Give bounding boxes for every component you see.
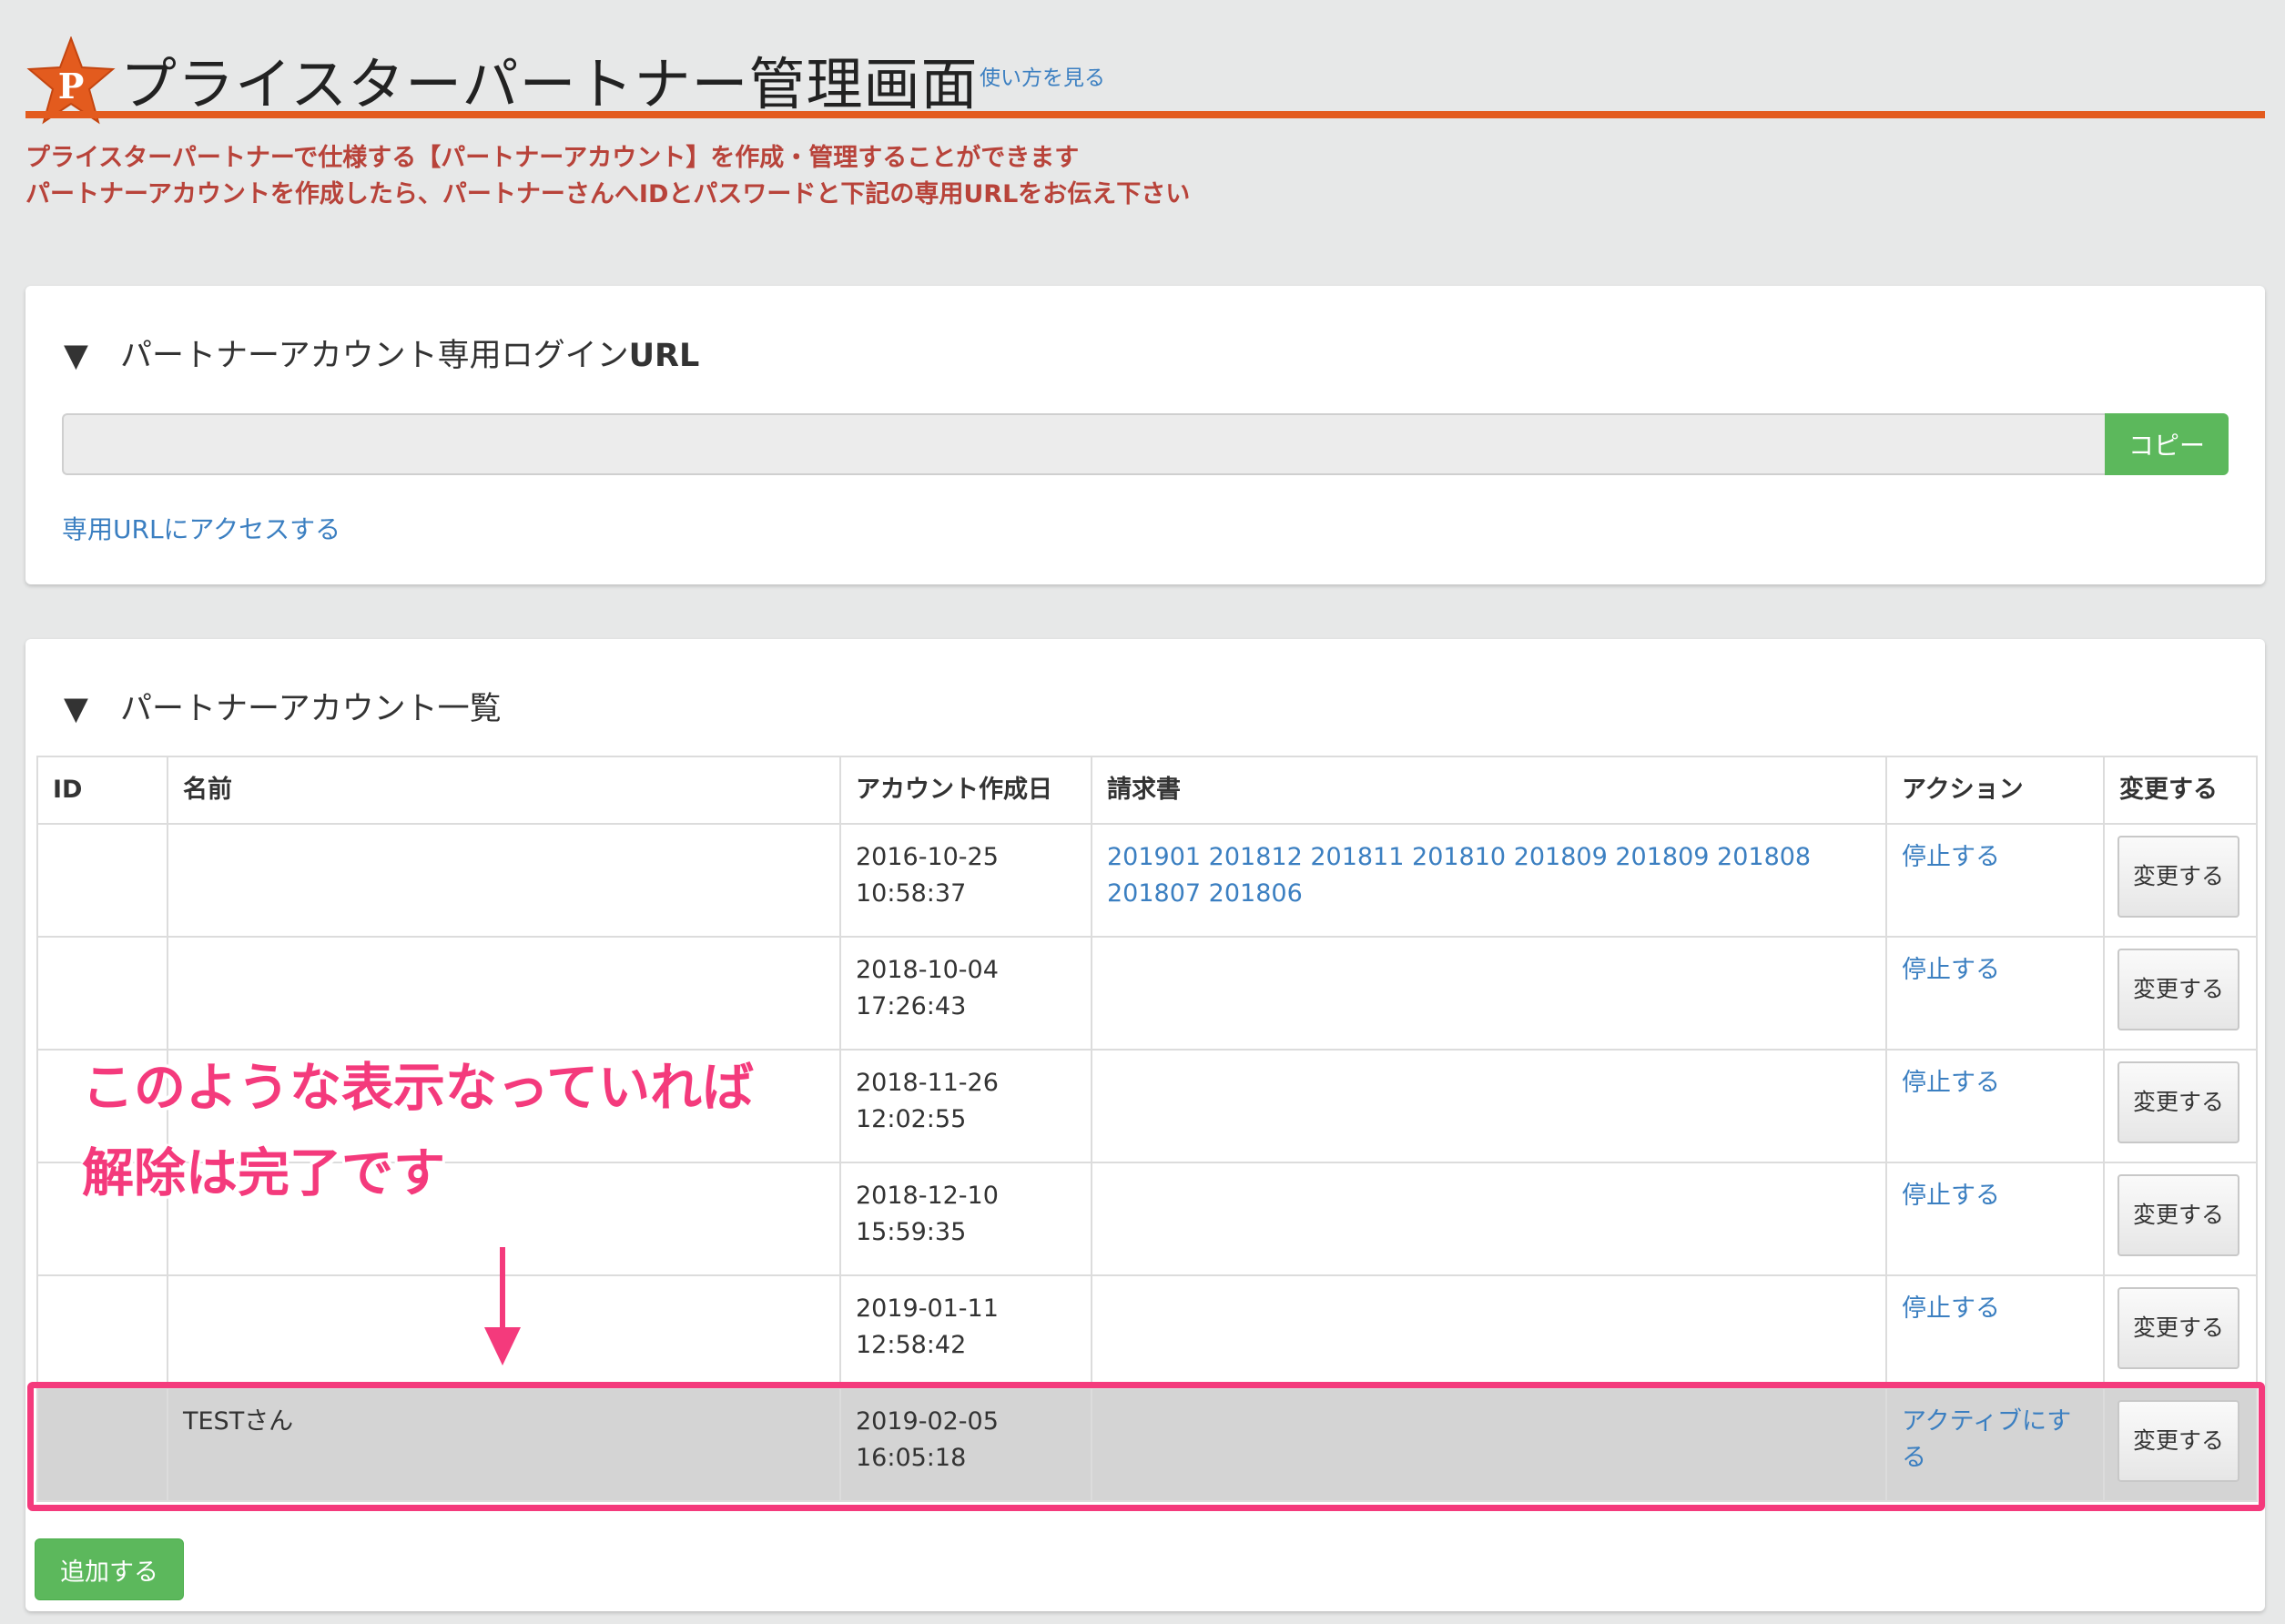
table-row: 2016-10-25 10:58:37 201901 201812 201811 2… (36, 823, 2258, 938)
created-date: 2018-12-10 (856, 1182, 999, 1210)
created-date: 2018-10-04 (856, 956, 999, 984)
created-time: 10:58:37 (856, 879, 967, 908)
cell-action: 停止する (1885, 936, 2105, 1051)
account-list-heading: ▼ パートナーアカウント一覧 (64, 683, 502, 729)
suspend-link[interactable]: 停止する (1902, 956, 2000, 984)
cell-id (36, 936, 168, 1051)
created-date: 2019-01-11 (856, 1294, 999, 1323)
cell-id (36, 1387, 168, 1502)
cell-change: 変更する (2103, 1274, 2258, 1389)
change-button[interactable]: 変更する (2117, 1287, 2239, 1369)
invoice-link[interactable]: 201807 (1107, 879, 1201, 908)
created-date: 2019-02-05 (856, 1407, 999, 1436)
intro-text: プライスターパートナーで仕様する【パートナーアカウント】を作成・管理することがで… (25, 140, 1190, 213)
cell-invoices (1091, 1274, 1887, 1389)
created-time: 15:59:35 (856, 1218, 967, 1246)
column-header-id[interactable]: ID (36, 756, 168, 825)
cell-change: 変更する (2103, 1049, 2258, 1163)
created-time: 16:05:18 (856, 1444, 967, 1472)
cell-name: TESTさん (167, 1387, 841, 1502)
column-header-invoice[interactable]: 請求書 (1091, 756, 1887, 825)
cell-invoices (1091, 1387, 1887, 1502)
login-url-field[interactable] (62, 413, 2168, 475)
table-row: 2018-10-04 17:26:43 停止する 変更する (36, 936, 2258, 1051)
suspend-link[interactable]: 停止する (1902, 1182, 2000, 1210)
change-button[interactable]: 変更する (2117, 1400, 2239, 1482)
invoice-link[interactable]: 201901 (1107, 843, 1201, 871)
cell-action: 停止する (1885, 1162, 2105, 1276)
cell-invoices (1091, 936, 1887, 1051)
cell-action: 停止する (1885, 1049, 2105, 1163)
cell-change: 変更する (2103, 823, 2258, 938)
account-list-heading-text: パートナーアカウント一覧 (120, 691, 502, 727)
cell-created: 2019-01-11 12:58:42 (839, 1274, 1092, 1389)
invoice-link[interactable]: 201808 (1717, 843, 1811, 871)
table-row: TESTさん 2019-02-05 16:05:18 アクティブにする 変更する (36, 1387, 2258, 1502)
annotation-text: このような表示なっていれば 解除は完了です (82, 1045, 754, 1216)
suspend-link[interactable]: 停止する (1902, 1294, 2000, 1323)
intro-line-1: プライスターパートナーで仕様する【パートナーアカウント】を作成・管理することがで… (25, 144, 1080, 172)
table-row: 2019-01-11 12:58:42 停止する 変更する (36, 1274, 2258, 1389)
created-time: 12:58:42 (856, 1331, 967, 1359)
cell-change: 変更する (2103, 1387, 2258, 1502)
login-url-panel: ▼ パートナーアカウント専用ログインURL コピー 専用URLにアクセスする (25, 286, 2265, 584)
add-account-button[interactable]: 追加する (35, 1538, 184, 1600)
cell-invoices: 201901 201812 201811 201810 201809 20180… (1091, 823, 1887, 938)
invoice-link[interactable]: 201811 (1310, 843, 1404, 871)
change-button[interactable]: 変更する (2117, 949, 2239, 1030)
cell-action: アクティブにする (1885, 1387, 2105, 1502)
cell-created: 2018-12-10 15:59:35 (839, 1162, 1092, 1276)
cell-id (36, 823, 168, 938)
howto-link[interactable]: 使い方を見る (980, 60, 1105, 91)
column-header-created[interactable]: アカウント作成日 (839, 756, 1092, 825)
cell-change: 変更する (2103, 936, 2258, 1051)
invoice-link[interactable]: 201810 (1412, 843, 1506, 871)
column-header-name[interactable]: 名前 (167, 756, 841, 825)
cell-name (167, 936, 841, 1051)
login-url-heading-text: パートナーアカウント専用ログイン (120, 338, 629, 374)
invoice-link[interactable]: 201806 (1209, 879, 1303, 908)
change-button[interactable]: 変更する (2117, 836, 2239, 918)
cell-invoices (1091, 1049, 1887, 1163)
cell-change: 変更する (2103, 1162, 2258, 1276)
down-arrow-icon (484, 1247, 521, 1365)
table-header-row: ID 名前 アカウント作成日 請求書 アクション 変更する (36, 756, 2258, 825)
column-header-change[interactable]: 変更する (2103, 756, 2258, 825)
created-time: 12:02:55 (856, 1105, 967, 1133)
collapse-triangle-icon[interactable]: ▼ (64, 691, 120, 727)
change-button[interactable]: 変更する (2117, 1061, 2239, 1143)
cell-action: 停止する (1885, 823, 2105, 938)
login-url-heading-url: URL (628, 338, 700, 374)
page-title: プライスターパートナー管理画面 (120, 51, 979, 117)
intro-line-2: パートナーアカウントを作成したら、パートナーさんへIDとパスワードと下記の専用U… (25, 180, 1191, 208)
suspend-link[interactable]: 停止する (1902, 843, 2000, 871)
activate-link[interactable]: アクティブにする (1902, 1407, 2071, 1472)
invoice-link[interactable]: 201812 (1209, 843, 1303, 871)
cell-invoices (1091, 1162, 1887, 1276)
cell-id (36, 1274, 168, 1389)
copy-button[interactable]: コピー (2105, 413, 2229, 475)
invoice-link[interactable]: 201809 (1615, 843, 1709, 871)
annotation-line-1: このような表示なっていれば (82, 1058, 755, 1118)
cell-created: 2018-10-04 17:26:43 (839, 936, 1092, 1051)
invoice-link[interactable]: 201809 (1514, 843, 1608, 871)
created-time: 17:26:43 (856, 992, 967, 1020)
page-header: P プライスターパートナー管理画面 使い方を見る (25, 36, 2265, 125)
annotation-line-2: 解除は完了です (82, 1143, 445, 1203)
cell-name (167, 823, 841, 938)
collapse-triangle-icon[interactable]: ▼ (64, 338, 120, 374)
suspend-link[interactable]: 停止する (1902, 1069, 2000, 1097)
logo-letter: P (58, 66, 85, 107)
cell-created: 2019-02-05 16:05:18 (839, 1387, 1092, 1502)
change-button[interactable]: 変更する (2117, 1174, 2239, 1256)
created-date: 2018-11-26 (856, 1069, 999, 1097)
header-divider (25, 111, 2265, 118)
cell-created: 2018-11-26 12:02:55 (839, 1049, 1092, 1163)
column-header-action[interactable]: アクション (1885, 756, 2105, 825)
cell-action: 停止する (1885, 1274, 2105, 1389)
cell-created: 2016-10-25 10:58:37 (839, 823, 1092, 938)
login-url-heading: ▼ パートナーアカウント専用ログインURL (64, 330, 699, 376)
access-url-link[interactable]: 専用URLにアクセスする (62, 510, 340, 546)
created-date: 2016-10-25 (856, 843, 999, 871)
